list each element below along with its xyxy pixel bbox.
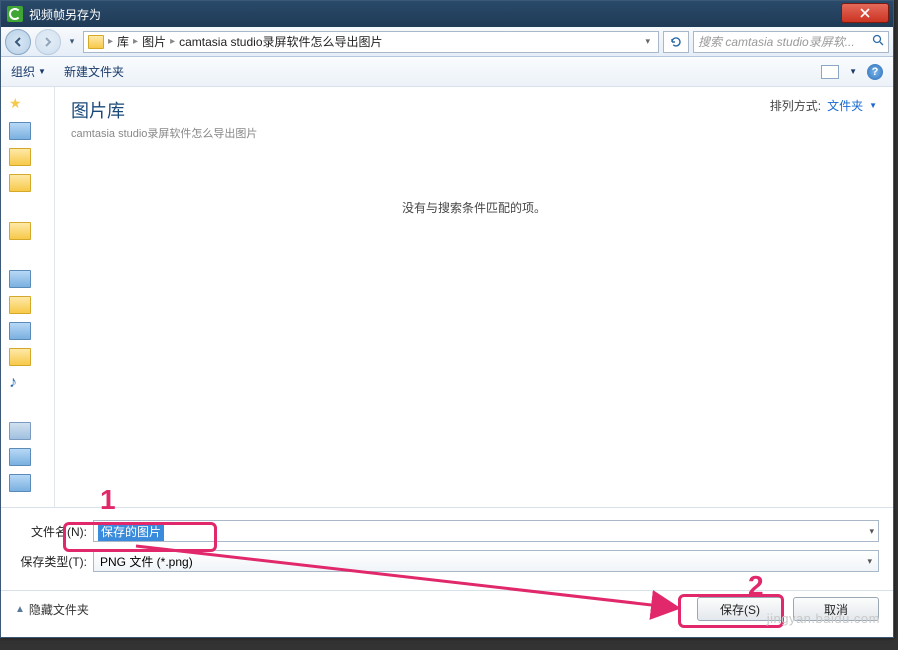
refresh-button[interactable] <box>663 31 689 53</box>
filename-value: 保存的图片 <box>98 522 164 541</box>
nav-history-dropdown[interactable]: ▾ <box>65 29 79 55</box>
sidebar-item-icon[interactable] <box>9 322 31 340</box>
back-button[interactable] <box>5 29 31 55</box>
chevron-down-icon[interactable]: ▾ <box>869 526 874 537</box>
titlebar: 视频帧另存为 <box>1 1 893 27</box>
refresh-icon <box>669 35 683 49</box>
library-subtitle: camtasia studio录屏软件怎么导出图片 <box>71 125 257 141</box>
breadcrumb-root[interactable]: 库 <box>117 33 129 50</box>
sidebar-item-icon[interactable] <box>9 122 31 140</box>
sidebar-item-icon[interactable] <box>9 174 31 192</box>
address-bar[interactable]: ▸ 库 ▸ 图片 ▸ camtasia studio录屏软件怎么导出图片 ▾ <box>83 31 659 53</box>
sort-by-control[interactable]: 排列方式: 文件夹 ▼ <box>770 97 877 114</box>
chevron-down-icon[interactable]: ▼ <box>849 67 857 76</box>
breadcrumb-item[interactable]: 图片 <box>142 33 166 50</box>
address-dropdown-icon[interactable]: ▾ <box>641 36 654 47</box>
sidebar-music-icon[interactable] <box>9 374 31 392</box>
chevron-down-icon: ▼ <box>869 101 877 110</box>
sidebar-item-icon[interactable] <box>9 222 31 240</box>
close-icon <box>860 8 870 18</box>
hide-folders-toggle[interactable]: ▲ 隐藏文件夹 <box>15 601 89 618</box>
sidebar-item-icon[interactable] <box>9 270 31 288</box>
app-icon <box>7 6 23 22</box>
save-as-dialog: 视频帧另存为 ▾ ▸ 库 ▸ 图片 ▸ camtasia studio录屏软件怎… <box>0 0 894 638</box>
content-pane: 图片库 camtasia studio录屏软件怎么导出图片 排列方式: 文件夹 … <box>55 87 893 507</box>
breadcrumb-sep-icon: ▸ <box>133 36 138 47</box>
nav-sidebar[interactable]: ★ <box>1 87 55 507</box>
filetype-select[interactable]: PNG 文件 (*.png) ▾ <box>93 550 879 572</box>
sidebar-item-icon[interactable] <box>9 448 31 466</box>
sidebar-computer-icon[interactable] <box>9 422 31 440</box>
nav-toolbar: ▾ ▸ 库 ▸ 图片 ▸ camtasia studio录屏软件怎么导出图片 ▾… <box>1 27 893 57</box>
watermark: jingyan.baidu.com <box>767 611 880 626</box>
search-input[interactable]: 搜索 camtasia studio录屏软... <box>693 31 889 53</box>
forward-button[interactable] <box>35 29 61 55</box>
sidebar-item-icon[interactable] <box>9 148 31 166</box>
window-title: 视频帧另存为 <box>29 6 101 23</box>
command-toolbar: 组织 ▼ 新建文件夹 ▼ ? <box>1 57 893 87</box>
annotation-number-2: 2 <box>748 570 764 602</box>
help-button[interactable]: ? <box>867 64 883 80</box>
empty-message: 没有与搜索条件匹配的项。 <box>71 199 877 216</box>
close-button[interactable] <box>841 3 889 23</box>
organize-menu[interactable]: 组织 ▼ <box>11 63 46 80</box>
filetype-value: PNG 文件 (*.png) <box>100 553 193 570</box>
annotation-number-1: 1 <box>100 484 116 516</box>
filename-label: 文件名(N): <box>15 523 93 540</box>
filename-input[interactable]: 保存的图片 ▾ <box>93 520 879 542</box>
breadcrumb-item[interactable]: camtasia studio录屏软件怎么导出图片 <box>179 33 382 50</box>
search-icon <box>872 34 884 49</box>
chevron-up-icon: ▲ <box>15 604 25 615</box>
sidebar-item-icon[interactable] <box>9 348 31 366</box>
folder-icon <box>88 35 104 49</box>
body-area: ★ 图片库 camtasia studio录屏软件怎么导出图片 <box>1 87 893 507</box>
chevron-down-icon: ▾ <box>867 556 872 567</box>
library-title: 图片库 <box>71 97 257 123</box>
favorites-star-icon[interactable]: ★ <box>1 93 54 114</box>
arrow-left-icon <box>12 36 24 48</box>
arrow-right-icon <box>42 36 54 48</box>
breadcrumb-sep-icon: ▸ <box>108 36 113 47</box>
new-folder-button[interactable]: 新建文件夹 <box>64 63 124 80</box>
chevron-down-icon: ▼ <box>38 67 46 76</box>
filetype-label: 保存类型(T): <box>15 553 93 570</box>
view-options-button[interactable] <box>821 65 839 79</box>
sidebar-item-icon[interactable] <box>9 296 31 314</box>
breadcrumb-sep-icon: ▸ <box>170 36 175 47</box>
sort-label: 排列方式: <box>770 97 821 114</box>
sidebar-item-icon[interactable] <box>9 474 31 492</box>
search-placeholder: 搜索 camtasia studio录屏软... <box>698 33 855 50</box>
sort-value: 文件夹 <box>827 97 863 114</box>
